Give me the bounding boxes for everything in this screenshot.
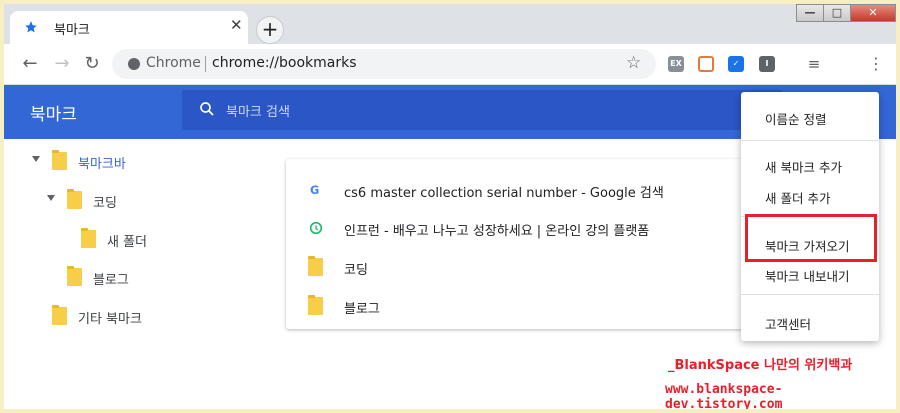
site-label: Chrome	[146, 55, 201, 71]
menu-item-sort-by-name[interactable]: 이름순 정렬	[741, 102, 879, 132]
toolbar: ← → ↻ Chrome chrome://bookmarks ☆ EX ✓ I…	[4, 44, 896, 85]
menu-item-add-folder[interactable]: 새 폴더 추가	[741, 181, 879, 211]
list-item-label: 인프런 - 배우고 나누고 성장하세요 | 온라인 강의 플랫폼	[344, 224, 650, 239]
collapse-arrow-icon[interactable]	[47, 195, 55, 201]
list-item[interactable]: 인프런 - 배우고 나누고 성장하세요 | 온라인 강의 플랫폼	[286, 209, 756, 247]
close-window-button[interactable]: ✕	[850, 4, 896, 22]
folder-icon	[308, 256, 323, 276]
tab-bookmarks[interactable]: 북마크 ✕	[10, 11, 248, 44]
tree-label: 북마크바	[78, 157, 126, 172]
forward-button[interactable]: →	[50, 52, 74, 76]
tree-item-blog[interactable]: 블로그	[4, 265, 264, 291]
chrome-icon	[128, 58, 140, 70]
folder-icon	[81, 228, 96, 248]
tree-item-coding[interactable]: 코딩	[4, 188, 264, 214]
new-tab-button[interactable]: +	[256, 16, 284, 44]
tree-item-other-bookmarks[interactable]: 기타 북마크	[4, 304, 264, 330]
folder-icon	[67, 266, 82, 286]
minimize-button[interactable]: —	[796, 4, 824, 22]
watermark-url: www.blankspace-dev.tistory.com	[665, 382, 783, 409]
menu-divider	[741, 140, 879, 141]
browser-window: 북마크 ✕ + — □ ✕ ← → ↻ Chrome chrome://book…	[4, 4, 896, 409]
menu-item-export-bookmarks[interactable]: 북마크 내보내기	[741, 259, 879, 289]
address-bar[interactable]: Chrome chrome://bookmarks ☆	[112, 49, 656, 79]
list-item-label: 블로그	[344, 302, 380, 317]
tab-strip: 북마크 ✕ +	[4, 4, 896, 44]
search-input[interactable]: 북마크 검색	[182, 90, 782, 130]
bookmark-list: G cs6 master collection serial number - …	[286, 159, 756, 329]
tree-label: 새 폴더	[107, 235, 148, 250]
folder-icon	[52, 150, 67, 170]
list-item[interactable]: 코딩	[286, 248, 756, 286]
search-placeholder: 북마크 검색	[226, 105, 290, 120]
check-extension-icon[interactable]: ✓	[728, 56, 744, 72]
list-item[interactable]: 블로그	[286, 287, 756, 325]
maximize-button[interactable]: □	[823, 4, 851, 22]
google-icon: G	[310, 183, 319, 197]
page-title: 북마크	[30, 105, 77, 125]
omnibox-divider	[205, 56, 206, 72]
close-tab-icon[interactable]: ✕	[230, 16, 243, 34]
svg-text:G: G	[310, 183, 319, 197]
highlight-box	[745, 214, 877, 262]
menu-divider	[741, 294, 879, 295]
reload-button[interactable]: ↻	[80, 52, 104, 76]
bookmark-star-icon[interactable]: ☆	[626, 53, 641, 73]
watermark-title: _BlankSpace 나만의 위키백과	[668, 358, 853, 373]
menu-item-add-bookmark[interactable]: 새 북마크 추가	[741, 150, 879, 180]
list-item[interactable]: G cs6 master collection serial number - …	[286, 171, 756, 209]
folder-icon	[67, 189, 82, 209]
list-item-label: cs6 master collection serial number - Go…	[344, 186, 664, 201]
tree-label: 기타 북마크	[78, 312, 142, 327]
more-menu-icon[interactable]: ⋮	[864, 52, 888, 76]
folder-icon	[308, 295, 323, 315]
cast-icon[interactable]	[698, 56, 714, 72]
tree-label: 블로그	[93, 273, 129, 288]
back-button[interactable]: ←	[18, 52, 42, 76]
search-icon	[200, 102, 214, 116]
tree-label: 코딩	[93, 196, 117, 211]
tree-item-new-folder[interactable]: 새 폴더	[4, 227, 264, 253]
inflearn-icon	[309, 221, 323, 235]
folder-icon	[52, 305, 67, 325]
tab-title: 북마크	[54, 23, 90, 38]
list-item-label: 코딩	[344, 263, 368, 278]
i-extension-icon[interactable]: I	[759, 56, 775, 72]
collapse-arrow-icon[interactable]	[32, 156, 40, 162]
ext-ex-icon[interactable]: EX	[668, 56, 684, 72]
star-icon	[25, 21, 37, 33]
tree-item-bookmarks-bar[interactable]: 북마크바	[4, 149, 264, 175]
media-queue-icon[interactable]: ≡	[802, 52, 826, 76]
url-text[interactable]: chrome://bookmarks	[212, 55, 356, 71]
menu-item-help-center[interactable]: 고객센터	[741, 307, 879, 337]
